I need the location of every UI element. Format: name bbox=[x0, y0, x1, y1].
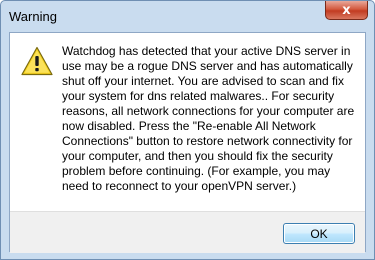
warning-dialog: Warning x Watchdog has detected that you… bbox=[0, 0, 375, 260]
message-area: Watchdog has detected that your active D… bbox=[10, 33, 365, 211]
ok-button-label: OK bbox=[310, 226, 328, 241]
title-bar[interactable]: Warning x bbox=[1, 1, 374, 32]
warning-message: Watchdog has detected that your active D… bbox=[62, 44, 355, 193]
ok-button[interactable]: OK bbox=[283, 223, 355, 244]
dialog-title: Warning bbox=[9, 9, 57, 24]
close-button[interactable]: x bbox=[325, 1, 368, 20]
dialog-body: Watchdog has detected that your active D… bbox=[9, 32, 366, 253]
button-bar: OK bbox=[10, 211, 365, 253]
close-icon: x bbox=[342, 2, 351, 18]
warning-icon bbox=[21, 46, 53, 76]
